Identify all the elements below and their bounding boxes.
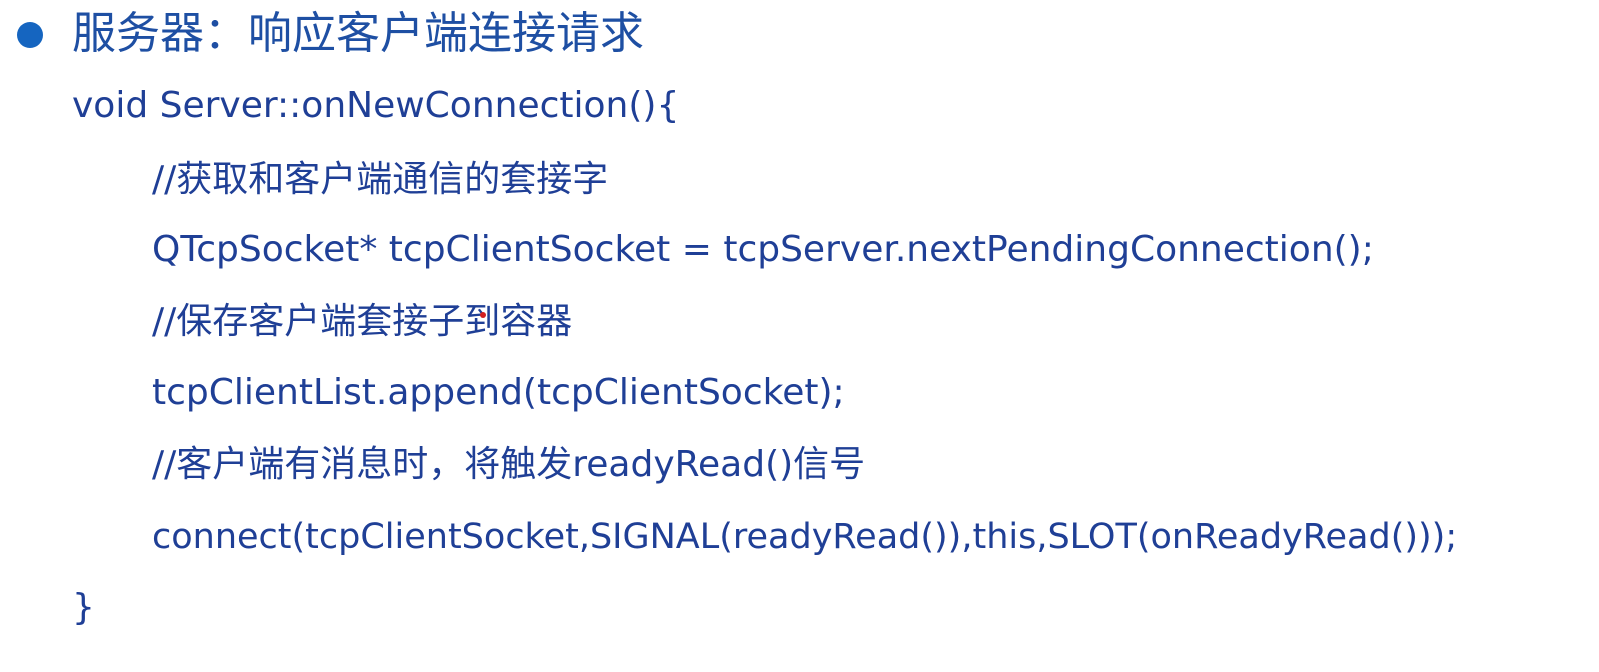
bullet-icon	[17, 22, 43, 48]
code-line-function-signature: void Server::onNewConnection(){	[72, 85, 680, 126]
slide-heading: 服务器：响应客户端连接请求	[72, 8, 644, 59]
code-line-closing-brace: }	[72, 587, 95, 628]
code-comment-ready-read: //客户端有消息时，将触发readyRead()信号	[152, 444, 866, 485]
code-line-append-client: tcpClientList.append(tcpClientSocket);	[152, 372, 845, 413]
code-comment-save-socket: //保存客户端套接子到容器	[152, 301, 573, 342]
code-comment-get-socket: //获取和客户端通信的套接字	[152, 159, 609, 200]
cursor-dot-icon	[480, 312, 486, 318]
slide: 服务器：响应客户端连接请求 void Server::onNewConnecti…	[0, 0, 1599, 672]
code-line-next-pending-connection: QTcpSocket* tcpClientSocket = tcpServer.…	[152, 229, 1374, 270]
code-line-connect-signal: connect(tcpClientSocket,SIGNAL(readyRead…	[152, 517, 1458, 557]
